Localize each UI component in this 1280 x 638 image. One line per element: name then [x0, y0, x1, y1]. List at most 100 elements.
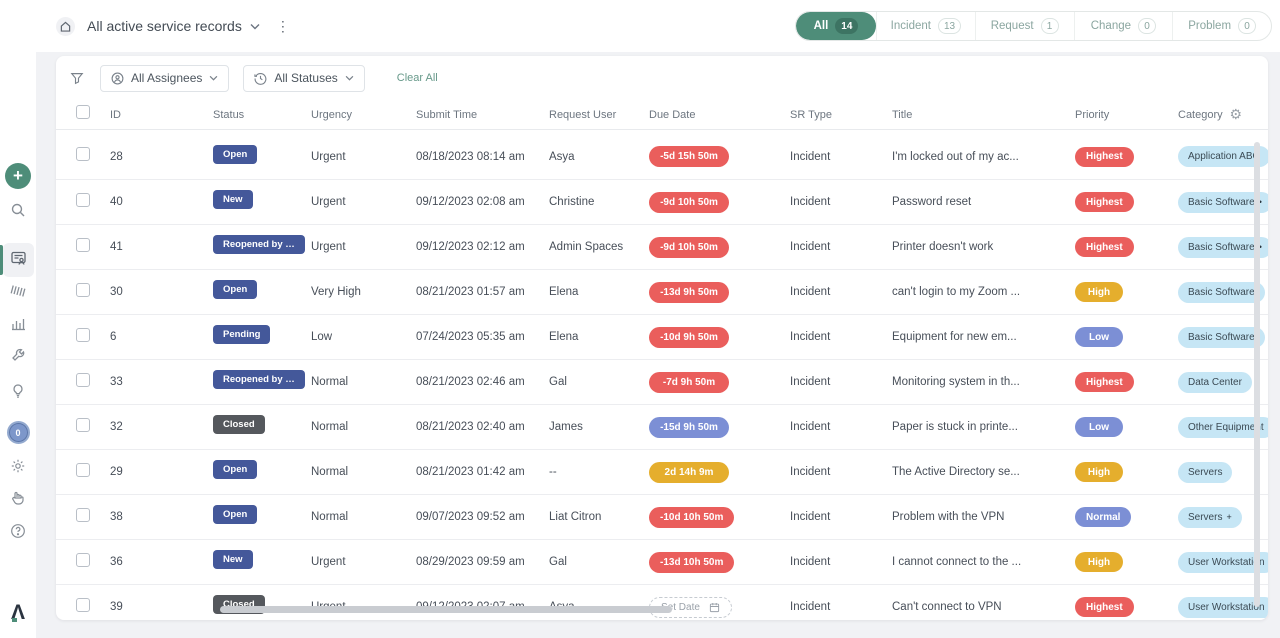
category-pill[interactable]: Servers	[1178, 462, 1232, 483]
clear-all-filters-link[interactable]: Clear All	[397, 72, 438, 84]
table-row[interactable]: 6PendingLow07/24/2023 05:35 amElena-10d …	[56, 314, 1268, 359]
priority-pill[interactable]: Low	[1075, 327, 1123, 347]
table-row[interactable]: 36NewUrgent08/29/2023 09:59 amGal-13d 10…	[56, 539, 1268, 584]
priority-pill[interactable]: Highest	[1075, 192, 1134, 212]
column-header-status[interactable]: Status	[213, 109, 311, 121]
priority-pill[interactable]: High	[1075, 282, 1123, 302]
status-badge[interactable]: Open	[213, 280, 257, 299]
sidebar-item-ideas[interactable]	[0, 383, 36, 399]
priority-pill[interactable]: Highest	[1075, 372, 1134, 392]
table-row[interactable]: 30OpenVery High08/21/2023 01:57 amElena-…	[56, 269, 1268, 314]
category-pill[interactable]: Servers+	[1178, 507, 1242, 528]
due-date-pill[interactable]: -9d 10h 50m	[649, 192, 729, 213]
view-menu-button[interactable]: ⋮	[276, 18, 290, 35]
priority-pill[interactable]: Highest	[1075, 147, 1134, 167]
table-row[interactable]: 32ClosedNormal08/21/2023 02:40 amJames-1…	[56, 404, 1268, 449]
row-checkbox[interactable]	[76, 238, 90, 252]
filter-button[interactable]	[70, 71, 84, 85]
priority-pill[interactable]: Highest	[1075, 237, 1134, 257]
table-row[interactable]: 41Reopened by End...Urgent09/12/2023 02:…	[56, 224, 1268, 269]
sidebar-item-help[interactable]	[0, 523, 36, 539]
priority-pill[interactable]: Normal	[1075, 507, 1131, 527]
table-row[interactable]: 38OpenNormal09/07/2023 09:52 amLiat Citr…	[56, 494, 1268, 539]
row-checkbox[interactable]	[76, 373, 90, 387]
column-header-due-date[interactable]: Due Date	[649, 109, 790, 121]
row-checkbox[interactable]	[76, 328, 90, 342]
brand-logo[interactable]: Λ	[0, 601, 36, 625]
horizontal-scrollbar[interactable]	[220, 606, 672, 613]
sidebar-item-gestures[interactable]	[0, 490, 36, 506]
user-avatar: 0	[7, 421, 30, 444]
tab-request[interactable]: Request1	[975, 12, 1074, 40]
status-badge[interactable]: New	[213, 550, 253, 569]
status-badge[interactable]: Reopened by End...	[213, 370, 305, 389]
tab-problem[interactable]: Problem0	[1172, 12, 1271, 40]
tab-change[interactable]: Change0	[1074, 12, 1173, 40]
category-pill[interactable]: Data Center	[1178, 372, 1252, 393]
select-all-checkbox[interactable]	[76, 105, 90, 119]
status-badge[interactable]: Pending	[213, 325, 270, 344]
priority-pill[interactable]: Highest	[1075, 597, 1134, 617]
sidebar-item-analytics[interactable]	[0, 315, 36, 332]
sidebar-item-assets[interactable]	[0, 283, 36, 299]
vertical-scrollbar[interactable]	[1254, 142, 1260, 607]
column-header-category[interactable]: Category	[1178, 109, 1268, 121]
column-header-id[interactable]: ID	[110, 109, 213, 121]
table-row[interactable]: 40NewUrgent09/12/2023 02:08 amChristine-…	[56, 179, 1268, 224]
create-new-button[interactable]: +	[0, 163, 36, 189]
column-settings-gear-icon[interactable]: ⚙	[1229, 106, 1242, 123]
priority-pill[interactable]: High	[1075, 552, 1123, 572]
status-badge[interactable]: Open	[213, 460, 257, 479]
sidebar-item-tools[interactable]	[0, 347, 36, 363]
column-header-request-user[interactable]: Request User	[549, 109, 649, 121]
due-date-pill[interactable]: -10d 10h 50m	[649, 507, 734, 528]
due-date-pill[interactable]: -10d 9h 50m	[649, 327, 729, 348]
due-date-pill[interactable]: -7d 9h 50m	[649, 372, 729, 393]
status-badge[interactable]: New	[213, 190, 253, 209]
column-header-sr-type[interactable]: SR Type	[790, 109, 892, 121]
status-badge[interactable]: Open	[213, 145, 257, 164]
row-checkbox[interactable]	[76, 463, 90, 477]
row-checkbox[interactable]	[76, 283, 90, 297]
sidebar-item-settings[interactable]	[0, 458, 36, 474]
row-priority-cell: Normal	[1075, 507, 1178, 528]
table-row[interactable]: 28OpenUrgent08/18/2023 08:14 amAsya-5d 1…	[56, 134, 1268, 179]
row-checkbox[interactable]	[76, 553, 90, 567]
status-badge[interactable]: Closed	[213, 415, 265, 434]
due-date-pill[interactable]: -13d 10h 50m	[649, 552, 734, 573]
status-badge[interactable]: Open	[213, 505, 257, 524]
row-checkbox-cell	[76, 418, 110, 437]
view-selector-caret[interactable]	[250, 23, 260, 30]
table-row[interactable]: 33Reopened by End...Normal08/21/2023 02:…	[56, 359, 1268, 404]
due-date-pill[interactable]: -5d 15h 50m	[649, 146, 729, 167]
sidebar-item-service-records[interactable]	[0, 250, 36, 267]
home-button[interactable]	[56, 17, 75, 36]
status-badge[interactable]: Reopened by End...	[213, 235, 305, 254]
tab-label: Request	[991, 20, 1034, 32]
row-checkbox[interactable]	[76, 508, 90, 522]
category-pill[interactable]: Basic Software	[1178, 282, 1265, 303]
priority-pill[interactable]: Low	[1075, 417, 1123, 437]
tab-incident[interactable]: Incident13	[876, 12, 975, 40]
column-header-priority[interactable]: Priority	[1075, 109, 1178, 121]
due-date-pill[interactable]: -13d 9h 50m	[649, 282, 729, 303]
due-date-pill[interactable]: -9d 10h 50m	[649, 237, 729, 258]
column-header-title[interactable]: Title	[892, 109, 1075, 121]
table-row[interactable]: 39ClosedUrgent09/12/2023 02:07 amAsyaSet…	[56, 584, 1268, 620]
category-pill[interactable]: Basic Software	[1178, 327, 1265, 348]
row-checkbox[interactable]	[76, 598, 90, 612]
row-checkbox[interactable]	[76, 147, 90, 161]
column-header-urgency[interactable]: Urgency	[311, 109, 416, 121]
statuses-filter-dropdown[interactable]: All Statuses	[243, 65, 364, 92]
row-checkbox[interactable]	[76, 418, 90, 432]
row-checkbox[interactable]	[76, 193, 90, 207]
priority-pill[interactable]: High	[1075, 462, 1123, 482]
due-date-pill[interactable]: -15d 9h 50m	[649, 417, 729, 438]
assignees-filter-dropdown[interactable]: All Assignees	[100, 65, 229, 92]
due-date-pill[interactable]: 2d 14h 9m	[649, 462, 729, 483]
column-header-submit-time[interactable]: Submit Time	[416, 109, 549, 121]
sidebar-item-search[interactable]	[0, 202, 36, 218]
sidebar-item-profile[interactable]: 0	[0, 421, 36, 444]
table-row[interactable]: 29OpenNormal08/21/2023 01:42 am--2d 14h …	[56, 449, 1268, 494]
tab-all[interactable]: All14	[796, 12, 876, 40]
